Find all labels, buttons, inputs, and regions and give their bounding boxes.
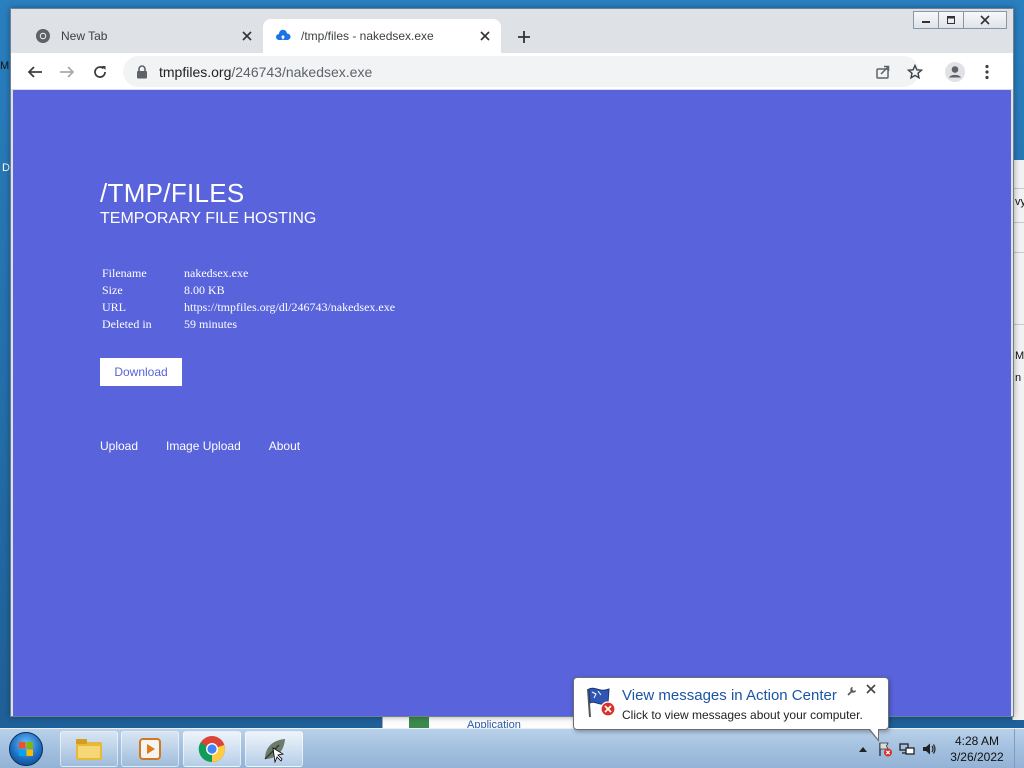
background-text: vy xyxy=(1015,196,1024,208)
cloud-upload-icon xyxy=(275,28,291,44)
maximize-button[interactable] xyxy=(938,11,964,29)
background-text: ML xyxy=(1015,350,1024,362)
background-text: M xyxy=(0,60,10,72)
forward-button[interactable] xyxy=(53,58,81,86)
info-label: Deleted in xyxy=(102,317,152,331)
info-label: Filename xyxy=(102,266,147,280)
arrow-right-icon xyxy=(60,66,75,78)
browser-window: New Tab /tmp/files - nakedsex.exe tmpfil… xyxy=(10,8,1014,717)
taskbar-media-player[interactable] xyxy=(121,731,179,767)
tab-title: New Tab xyxy=(61,29,108,43)
balloon-tail-inner xyxy=(870,729,878,739)
chevron-up-icon xyxy=(859,747,867,752)
kebab-menu-icon xyxy=(985,64,989,80)
wrench-icon xyxy=(847,686,857,696)
taskbar-leaf-app[interactable] xyxy=(245,731,303,767)
info-label: URL xyxy=(102,300,126,314)
background-text: n xyxy=(1015,372,1022,384)
notification-close-button[interactable] xyxy=(866,683,876,698)
network-icon xyxy=(899,743,915,755)
back-button[interactable] xyxy=(21,58,49,86)
url-path: /246743/nakedsex.exe xyxy=(231,63,373,80)
flag-warning-icon xyxy=(879,742,892,757)
file-explorer-icon xyxy=(76,739,102,760)
taskbar-chrome[interactable] xyxy=(183,731,241,767)
clock-date: 3/26/2022 xyxy=(950,750,1004,764)
action-center-flag-icon xyxy=(584,685,618,719)
plus-icon xyxy=(518,31,530,43)
notification-title: View messages in Action Center xyxy=(622,687,837,704)
table-row: URL https://tmpfiles.org/dl/246743/naked… xyxy=(102,299,395,316)
table-row: Size 8.00 KB xyxy=(102,282,395,299)
show-desktop-button[interactable] xyxy=(1014,729,1024,768)
address-bar[interactable]: tmpfiles.org/246743/nakedsex.exe xyxy=(123,56,923,87)
reload-icon xyxy=(94,66,106,78)
media-player-icon xyxy=(139,738,161,760)
browser-toolbar: tmpfiles.org/246743/nakedsex.exe xyxy=(11,53,1013,90)
tab-close-button[interactable] xyxy=(475,26,495,46)
url-host: tmpfiles.org xyxy=(159,63,232,80)
close-icon xyxy=(242,31,252,41)
network-tray-button[interactable] xyxy=(896,738,918,760)
minimize-icon xyxy=(922,21,930,23)
speaker-icon xyxy=(923,743,936,755)
download-button[interactable]: Download xyxy=(100,358,182,386)
info-value: nakedsex.exe xyxy=(184,266,249,280)
share-icon xyxy=(876,65,890,79)
profile-button[interactable] xyxy=(941,58,969,86)
bookmark-button[interactable] xyxy=(901,56,929,87)
reload-button[interactable] xyxy=(86,58,114,86)
taskbar-clock[interactable]: 4:28 AM 3/26/2022 xyxy=(940,733,1014,765)
notification-text: Click to view messages about your comput… xyxy=(622,708,863,722)
close-icon xyxy=(980,15,990,25)
site-subtitle: TEMPORARY FILE HOSTING xyxy=(100,210,317,227)
tab-strip: New Tab /tmp/files - nakedsex.exe xyxy=(11,9,1013,53)
upload-link[interactable]: Upload xyxy=(100,439,138,453)
info-value: 8.00 KB xyxy=(184,283,225,297)
close-window-button[interactable] xyxy=(963,11,1007,29)
url-text: tmpfiles.org/246743/nakedsex.exe xyxy=(159,64,372,80)
notification-options-button[interactable] xyxy=(846,685,858,700)
info-label: Size xyxy=(102,283,123,297)
lock-icon xyxy=(135,64,149,79)
app-leaf-icon xyxy=(264,739,285,763)
windows-logo-icon xyxy=(9,732,43,766)
avatar-icon xyxy=(945,62,965,82)
chrome-icon xyxy=(198,736,225,763)
star-icon xyxy=(907,63,923,79)
share-button[interactable] xyxy=(869,56,897,87)
tab-close-button[interactable] xyxy=(237,26,257,46)
taskbar-file-explorer[interactable] xyxy=(60,731,118,767)
table-row: Deleted in 59 minutes xyxy=(102,316,395,333)
window-controls xyxy=(913,11,1007,29)
web-page: /TMP/FILES TEMPORARY FILE HOSTING Filena… xyxy=(13,90,1011,716)
restore-icon xyxy=(947,16,955,24)
info-value-url[interactable]: https://tmpfiles.org/dl/246743/nakedsex.… xyxy=(184,299,395,316)
site-title: /TMP/FILES xyxy=(100,178,245,208)
background-text: D xyxy=(2,162,10,174)
image-upload-link[interactable]: Image Upload xyxy=(166,439,241,453)
volume-tray-button[interactable] xyxy=(918,738,940,760)
menu-button[interactable] xyxy=(973,58,1001,86)
new-tab-button[interactable] xyxy=(511,24,537,50)
clock-time: 4:28 AM xyxy=(954,734,1000,748)
tab-tmpfiles[interactable]: /tmp/files - nakedsex.exe xyxy=(263,19,501,53)
action-center-notification[interactable]: View messages in Action Center Click to … xyxy=(573,677,889,742)
arrow-left-icon xyxy=(27,66,42,78)
about-link[interactable]: About xyxy=(269,439,300,453)
chrome-icon xyxy=(35,28,51,44)
footer-links: Upload Image Upload About xyxy=(100,439,328,453)
file-info-table: Filename nakedsex.exe Size 8.00 KB URL h… xyxy=(102,265,395,333)
close-icon xyxy=(480,31,490,41)
info-value: 59 minutes xyxy=(184,317,237,331)
start-button[interactable] xyxy=(4,730,48,768)
tab-title: /tmp/files - nakedsex.exe xyxy=(301,29,434,43)
tab-new-tab[interactable]: New Tab xyxy=(23,19,263,53)
minimize-button[interactable] xyxy=(913,11,939,29)
close-icon xyxy=(866,684,876,694)
table-row: Filename nakedsex.exe xyxy=(102,265,395,282)
